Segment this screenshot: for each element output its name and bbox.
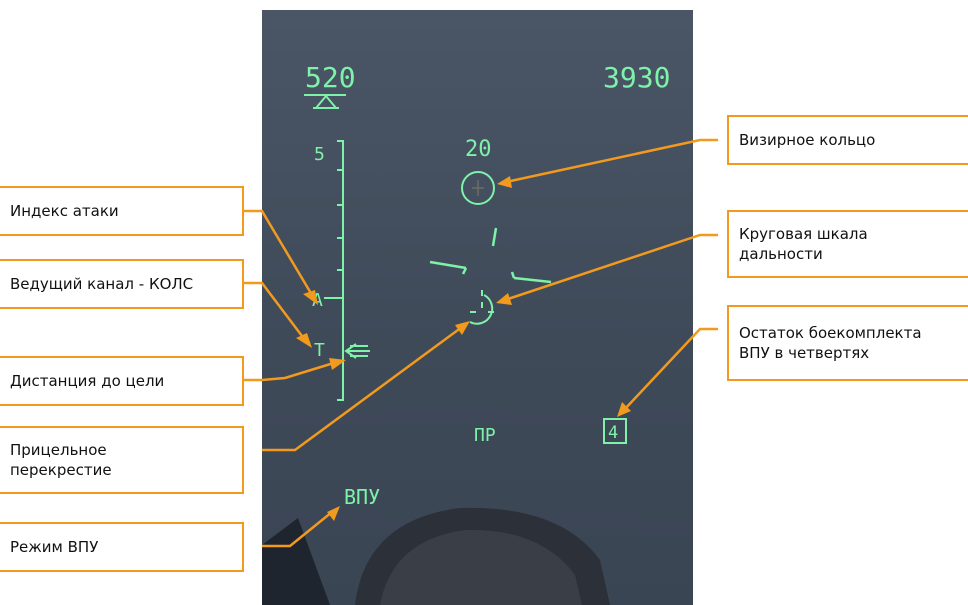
ring-value: 20 bbox=[465, 137, 492, 162]
leader-arrowheads bbox=[296, 176, 631, 521]
mode-center: ПР bbox=[474, 425, 496, 446]
speed-index-icon bbox=[304, 94, 346, 109]
callout-target-distance-text: Дистанция до цели bbox=[10, 372, 165, 390]
callout-vpu-mode-text: Режим ВПУ bbox=[10, 538, 99, 556]
callout-ammo-remaining: Остаток боекомплекта ВПУ в четвертях bbox=[727, 305, 968, 381]
callout-sight-ring: Визирное кольцо bbox=[727, 115, 968, 165]
callout-lead-channel-text: Ведущий канал - КОЛС bbox=[10, 275, 194, 293]
callout-attack-index: Индекс атаки bbox=[0, 186, 244, 236]
callout-attack-index-text: Индекс атаки bbox=[10, 202, 119, 220]
pitch-marks bbox=[429, 227, 552, 284]
callout-vpu-mode: Режим ВПУ bbox=[0, 522, 244, 572]
vpu-mode: ВПУ bbox=[344, 485, 380, 509]
target-distance-arrow-icon bbox=[344, 343, 370, 359]
cockpit-frame bbox=[262, 507, 610, 605]
callout-aiming-cross: Прицельное перекрестие bbox=[0, 426, 244, 494]
speed-readout: 520 bbox=[305, 61, 356, 94]
range-scale-label: 5 bbox=[314, 144, 325, 165]
callout-target-distance: Дистанция до цели bbox=[0, 356, 244, 406]
altitude-readout: 3930 bbox=[603, 61, 670, 94]
callout-lead-channel: Ведущий канал - КОЛС bbox=[0, 259, 244, 309]
aiming-cross-icon bbox=[469, 290, 494, 325]
callout-range-scale: Круговая шкала дальности bbox=[727, 210, 968, 278]
callout-range-scale-text: Круговая шкала дальности bbox=[739, 225, 868, 263]
ammo-quarters: 4 bbox=[608, 423, 618, 443]
callout-ammo-remaining-text: Остаток боекомплекта ВПУ в четвертях bbox=[739, 324, 922, 362]
lead-channel-mark: T bbox=[314, 340, 325, 361]
callout-sight-ring-text: Визирное кольцо bbox=[739, 131, 876, 149]
callout-aiming-cross-text: Прицельное перекрестие bbox=[10, 441, 112, 479]
sight-ring-icon bbox=[461, 171, 495, 205]
